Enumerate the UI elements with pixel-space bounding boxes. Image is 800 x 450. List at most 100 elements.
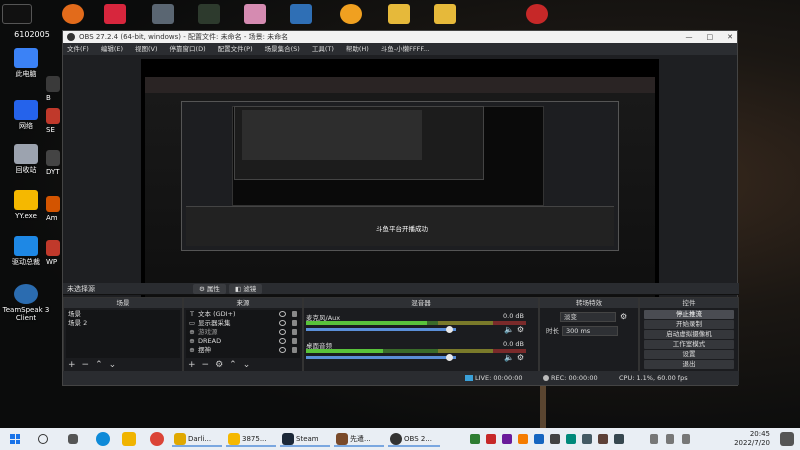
remove-icon[interactable]: − — [202, 360, 210, 370]
obs-preview[interactable]: 斗鱼平台开播成功 — [141, 59, 659, 299]
clock[interactable]: 20:45 2022/7/20 — [734, 430, 770, 448]
logo-icon[interactable] — [2, 4, 32, 24]
speaker-icon[interactable]: 🔈 — [504, 325, 514, 334]
properties-button[interactable]: ⚙ 属性 — [193, 284, 226, 294]
studio-mode-button[interactable]: 工作室模式 — [644, 340, 734, 349]
taskbar-app[interactable]: 先遣... — [334, 431, 384, 447]
folder2-icon[interactable] — [434, 4, 456, 24]
desktop-col2-item[interactable]: Am — [46, 196, 60, 222]
move-up-icon[interactable]: ⌃ — [95, 360, 103, 370]
exit-button[interactable]: 退出 — [644, 360, 734, 369]
source-item[interactable]: ⊕ 摆神 — [186, 346, 300, 355]
visibility-icon[interactable] — [279, 347, 286, 353]
tray-icon[interactable] — [598, 434, 608, 444]
desktop-col2-item[interactable]: DYT — [46, 150, 60, 176]
desktop-col2-item[interactable]: WP — [46, 240, 60, 266]
visibility-icon[interactable] — [279, 338, 286, 344]
taskbar-app[interactable]: Darli... — [172, 431, 222, 447]
maximize-icon[interactable]: □ — [707, 31, 714, 43]
basketball-icon[interactable] — [62, 4, 84, 24]
app-red-icon[interactable] — [104, 4, 126, 24]
tray-icon[interactable] — [502, 434, 512, 444]
minimize-icon[interactable]: — — [686, 31, 693, 43]
remove-icon[interactable]: − — [82, 360, 90, 370]
media-icon[interactable] — [198, 4, 220, 24]
volume-knob[interactable] — [446, 354, 453, 361]
desktop-icon-recycle[interactable]: 回收站 — [0, 144, 52, 174]
task-view-icon[interactable] — [68, 434, 78, 444]
start-recording-button[interactable]: 开始录制 — [644, 320, 734, 329]
visibility-icon[interactable] — [279, 329, 286, 335]
source-item[interactable]: ⊕ DREAD — [186, 337, 300, 346]
source-item[interactable]: ⊕ 游戏源 — [186, 328, 300, 337]
desktop-icon-driver[interactable]: 驱动总裁 — [0, 236, 52, 266]
visibility-icon[interactable] — [279, 311, 286, 317]
duration-input[interactable]: 300 ms — [562, 326, 618, 336]
volume-slider[interactable] — [306, 354, 456, 361]
gear-icon[interactable]: ⚙ — [215, 360, 223, 370]
tray-icon[interactable] — [534, 434, 544, 444]
file-explorer-icon[interactable] — [122, 432, 136, 446]
desktop-icon-computer[interactable]: 此电脑 — [0, 48, 52, 78]
move-up-icon[interactable]: ⌃ — [229, 360, 237, 370]
tray-icon[interactable] — [486, 434, 496, 444]
folder-icon[interactable] — [388, 4, 410, 24]
desktop-icon-yy[interactable]: YY.exe — [0, 190, 52, 220]
lock-icon[interactable] — [292, 311, 297, 317]
lock-icon[interactable] — [292, 338, 297, 344]
move-down-icon[interactable]: ⌄ — [243, 360, 251, 370]
scene-item[interactable]: 场景 2 — [66, 319, 180, 328]
steam-red-icon[interactable] — [526, 4, 548, 24]
menu-view[interactable]: 视图(V) — [135, 43, 158, 55]
move-down-icon[interactable]: ⌄ — [109, 360, 117, 370]
transition-select[interactable]: 淡变 — [560, 312, 616, 322]
anime-icon[interactable] — [244, 4, 266, 24]
tray-icon[interactable] — [518, 434, 528, 444]
edge-icon[interactable] — [96, 432, 110, 446]
volume-knob[interactable] — [446, 326, 453, 333]
search-icon[interactable] — [38, 434, 48, 444]
desktop-col2-item[interactable]: SE — [46, 108, 60, 134]
virtual-camera-button[interactable]: 启动虚拟摄像机 — [644, 330, 734, 339]
tray-icon[interactable] — [566, 434, 576, 444]
visibility-icon[interactable] — [279, 320, 286, 326]
lock-icon[interactable] — [292, 329, 297, 335]
menu-help[interactable]: 帮助(H) — [346, 43, 369, 55]
chrome-icon[interactable] — [150, 432, 164, 446]
menu-profile[interactable]: 配置文件(P) — [218, 43, 253, 55]
tray-icon[interactable] — [550, 434, 560, 444]
menu-scene-collection[interactable]: 场景集合(S) — [265, 43, 300, 55]
lock-icon[interactable] — [292, 320, 297, 326]
filters-button[interactable]: ◧ 滤镜 — [229, 284, 263, 294]
settings-button[interactable]: 设置 — [644, 350, 734, 359]
game-icon[interactable] — [152, 4, 174, 24]
source-item[interactable]: ▭ 显示器采集 — [186, 319, 300, 328]
ime-tray-icon[interactable] — [682, 434, 690, 444]
taskbar-app[interactable]: 3875... — [226, 431, 276, 447]
add-icon[interactable]: + — [68, 360, 76, 370]
tray-icon[interactable] — [614, 434, 624, 444]
taskbar-app[interactable]: OBS 2... — [388, 431, 440, 447]
volume-tray-icon[interactable] — [666, 434, 674, 444]
obs-titlebar[interactable]: OBS 27.2.4 (64-bit, windows) - 配置文件: 未命名… — [63, 31, 737, 43]
menu-docks[interactable]: 停靠窗口(D) — [170, 43, 206, 55]
windows-start-icon[interactable] — [10, 434, 20, 444]
gear-icon[interactable]: ⚙ — [620, 312, 627, 321]
notification-icon[interactable] — [780, 432, 794, 446]
desktop-icon-network[interactable]: 网络 — [0, 100, 52, 130]
taskbar-app[interactable]: Steam — [280, 431, 330, 447]
scene-item[interactable]: 场景 — [66, 310, 180, 319]
stop-streaming-button[interactable]: 停止推流 — [644, 310, 734, 319]
game2-icon[interactable] — [290, 4, 312, 24]
add-icon[interactable]: + — [188, 360, 196, 370]
desktop-icon-teamspeak[interactable]: TeamSpeak 3 Client — [0, 284, 52, 322]
desktop-col2-item[interactable]: B — [46, 76, 60, 102]
menu-file[interactable]: 文件(F) — [67, 43, 89, 55]
gear-icon[interactable]: ⚙ — [517, 325, 524, 334]
tray-icon[interactable] — [470, 434, 480, 444]
network-tray-icon[interactable] — [650, 434, 658, 444]
menu-edit[interactable]: 编辑(E) — [101, 43, 123, 55]
circle-app-icon[interactable] — [340, 4, 362, 24]
lock-icon[interactable] — [292, 347, 297, 353]
tray-icon[interactable] — [582, 434, 592, 444]
